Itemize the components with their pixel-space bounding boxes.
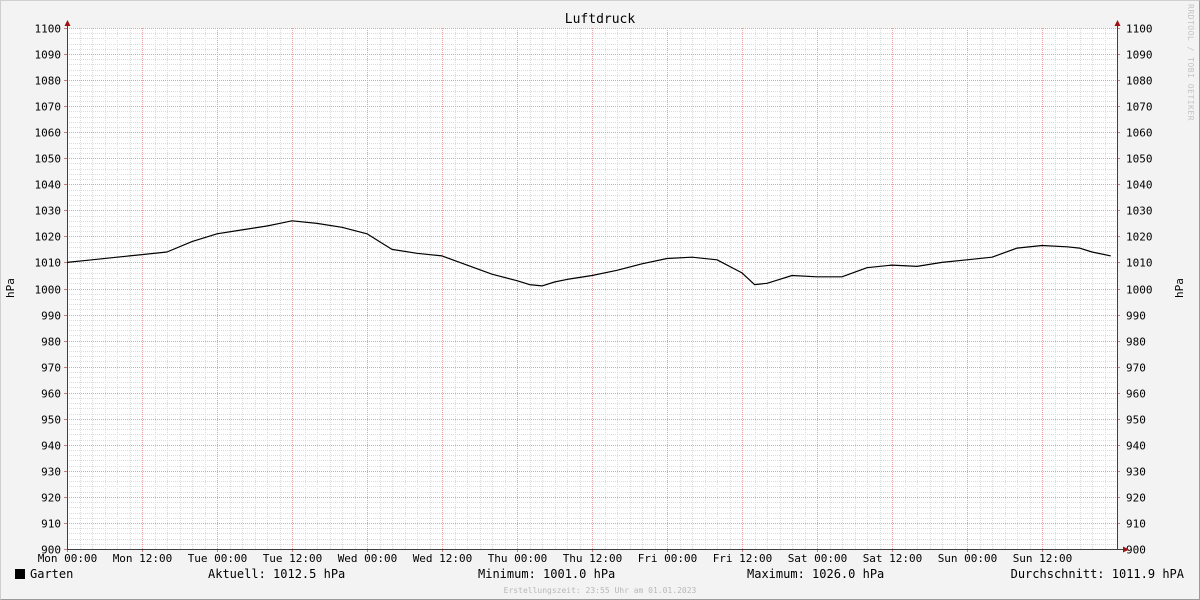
legend-series: Garten (15, 567, 73, 581)
y-tick-label-right: 900 (1126, 544, 1146, 557)
y-tick-label-right: 940 (1126, 440, 1146, 453)
legend-minimum: Minimum: 1001.0 hPa (478, 567, 616, 581)
legend-aktuell: Aktuell: 1012.5 hPa (208, 567, 346, 581)
y-tick-label-right: 1060 (1126, 127, 1153, 140)
y-tick-label-left: 960 (41, 388, 61, 401)
pressure-chart: 900 900910 910920 920930 930940 940950 950960 9… (4, 12, 1186, 565)
y-tick-label-left: 1070 (35, 101, 62, 114)
y-tick-label-right: 1100 (1126, 23, 1153, 36)
y-tick-label-right: 960 (1126, 388, 1146, 401)
y-tick-label-left: 950 (41, 414, 61, 427)
x-tick-label: Thu 00:00 (488, 552, 548, 565)
y-axis-label-left: hPa (4, 278, 17, 298)
y-tick-label-right: 910 (1126, 518, 1146, 531)
y-tick-label-left: 1090 (35, 49, 62, 62)
x-tick-label: Tue 00:00 (188, 552, 248, 565)
y-tick-label-right: 970 (1126, 362, 1146, 375)
y-tick-label-right: 950 (1126, 414, 1146, 427)
x-tick-label: Sun 00:00 (938, 552, 998, 565)
y-tick-label-left: 990 (41, 310, 61, 323)
x-tick-label: Sun 12:00 (1013, 552, 1073, 565)
x-tick-label: Wed 12:00 (413, 552, 473, 565)
x-tick-label: Sat 00:00 (788, 552, 848, 565)
legend: Garten Aktuell: 1012.5 hPa Minimum: 1001… (0, 567, 1200, 585)
x-tick-label: Mon 00:00 (38, 552, 98, 565)
y-tick-label-left: 940 (41, 440, 61, 453)
y-tick-label-right: 1000 (1126, 284, 1153, 297)
legend-durchschnitt: Durchschnitt: 1011.9 hPA (1010, 567, 1184, 581)
legend-maximum: Maximum: 1026.0 hPa (747, 567, 885, 581)
chart-title: Luftdruck (565, 12, 636, 27)
x-tick-label: Fri 00:00 (638, 552, 698, 565)
y-axis-arrow-left (64, 20, 71, 26)
y-tick-label-right: 1090 (1126, 49, 1153, 62)
legend-series-label: Garten (30, 567, 74, 581)
legend-swatch (15, 569, 25, 579)
y-tick-label-right: 1070 (1126, 101, 1153, 114)
y-tick-label-left: 1040 (35, 179, 62, 192)
y-tick-label-left: 910 (41, 518, 61, 531)
x-tick-label: Sat 12:00 (863, 552, 923, 565)
y-tick-label-right: 1040 (1126, 179, 1153, 192)
y-tick-label-left: 1060 (35, 127, 62, 140)
y-tick-label-right: 980 (1126, 336, 1146, 349)
creation-time: Erstellungszeit: 23:55 Uhr am 01.01.2023 (503, 586, 697, 595)
y-tick-label-right: 930 (1126, 466, 1146, 479)
y-tick-label-right: 1030 (1126, 205, 1153, 218)
x-tick-label: Fri 12:00 (713, 552, 773, 565)
y-tick-label-left: 1020 (35, 231, 62, 244)
y-tick-label-left: 930 (41, 466, 61, 479)
y-tick-label-right: 1080 (1126, 75, 1153, 88)
y-tick-label-left: 1050 (35, 153, 62, 166)
y-tick-label-right: 920 (1126, 492, 1146, 505)
y-tick-label-right: 1010 (1126, 257, 1153, 270)
y-tick-label-left: 970 (41, 362, 61, 375)
x-tick-label: Thu 12:00 (563, 552, 623, 565)
y-axis-arrow-right (1114, 20, 1121, 26)
y-tick-label-right: 1020 (1126, 231, 1153, 244)
y-tick-label-left: 980 (41, 336, 61, 349)
rrdtool-watermark: RRDTOOL / TOBI OETIKER (1186, 4, 1195, 121)
y-tick-label-left: 1030 (35, 205, 62, 218)
y-tick-label-left: 1100 (35, 23, 62, 36)
x-tick-label: Wed 00:00 (338, 552, 398, 565)
y-tick-label-right: 990 (1126, 310, 1146, 323)
x-tick-label: Mon 12:00 (113, 552, 173, 565)
y-tick-label-left: 1010 (35, 257, 62, 270)
y-tick-label-left: 1080 (35, 75, 62, 88)
x-tick-label: Tue 12:00 (263, 552, 323, 565)
y-axis-label-right: hPa (1173, 278, 1186, 298)
y-tick-label-left: 1000 (35, 284, 62, 297)
y-tick-label-right: 1050 (1126, 153, 1153, 166)
y-tick-label-left: 920 (41, 492, 61, 505)
